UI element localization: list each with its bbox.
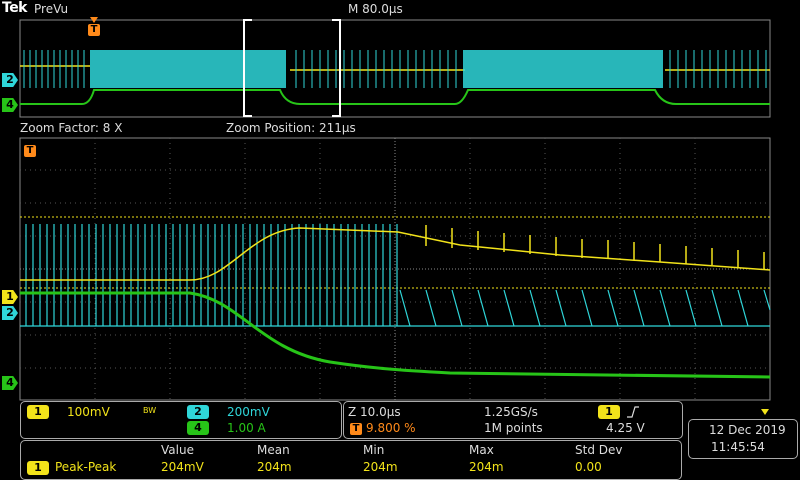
meas-header-value: Value bbox=[161, 443, 194, 457]
record-length: 1M points bbox=[484, 421, 543, 435]
overview-ch4-trace bbox=[20, 89, 770, 105]
main-trigger-marker[interactable]: T bbox=[24, 145, 36, 157]
timebase-panel[interactable]: Z 10.0µs 1.25GS/s T 9.800 % 1M points 1 … bbox=[343, 401, 683, 439]
measurements-panel[interactable]: Value Mean Min Max Std Dev 1 Peak-Peak 2… bbox=[20, 440, 682, 480]
zoom-timebase[interactable]: Z 10.0µs bbox=[348, 405, 401, 419]
channel-settings-panel[interactable]: 1 100mV BW 2 200mV 4 1.00 A bbox=[20, 401, 342, 439]
meas-row-name[interactable]: Peak-Peak bbox=[55, 460, 116, 474]
ch1-scale[interactable]: 100mV bbox=[67, 405, 110, 419]
ch4-scale[interactable]: 1.00 A bbox=[227, 421, 266, 435]
date-display: 12 Dec 2019 bbox=[709, 423, 786, 437]
meas-row-std-dev: 0.00 bbox=[575, 460, 602, 474]
meas-row-max: 204m bbox=[469, 460, 504, 474]
datetime-panel: 12 Dec 2019 11:45:54 bbox=[688, 419, 798, 459]
bandwidth-limit-icon: BW bbox=[143, 406, 157, 415]
main-ch2-trace bbox=[20, 224, 771, 327]
ch2-scale[interactable]: 200mV bbox=[227, 405, 270, 419]
trigger-level-arrow bbox=[761, 409, 769, 415]
time-display: 11:45:54 bbox=[711, 440, 765, 454]
meas-row-channel[interactable]: 1 bbox=[27, 461, 49, 475]
trigger-source-badge[interactable]: 1 bbox=[598, 405, 620, 419]
meas-header-mean: Mean bbox=[257, 443, 290, 457]
graticule-center-axes bbox=[20, 138, 770, 400]
ch2-badge[interactable]: 2 bbox=[187, 405, 209, 419]
zoom-position: Zoom Position: 211µs bbox=[226, 121, 356, 135]
meas-row-min: 204m bbox=[363, 460, 398, 474]
overview-ch2-burst-1 bbox=[90, 50, 286, 88]
ch4-badge[interactable]: 4 bbox=[187, 421, 209, 435]
meas-row-value: 204mV bbox=[161, 460, 204, 474]
meas-header-std-dev: Std Dev bbox=[575, 443, 623, 457]
overview-trigger-arrow bbox=[90, 17, 98, 23]
overview-ch2-burst-2 bbox=[463, 50, 663, 88]
trigger-position-icon: T bbox=[350, 423, 362, 435]
sample-rate: 1.25GS/s bbox=[484, 405, 538, 419]
rising-edge-icon bbox=[627, 406, 639, 418]
trigger-level[interactable]: 4.25 V bbox=[606, 421, 645, 435]
meas-header-min: Min bbox=[363, 443, 385, 457]
zoom-factor: Zoom Factor: 8 X bbox=[20, 121, 123, 135]
trigger-position[interactable]: 9.800 % bbox=[366, 421, 416, 435]
overview-trigger-marker[interactable]: T bbox=[88, 24, 100, 36]
meas-row-mean: 204m bbox=[257, 460, 292, 474]
ch1-badge[interactable]: 1 bbox=[27, 405, 49, 419]
meas-header-max: Max bbox=[469, 443, 494, 457]
